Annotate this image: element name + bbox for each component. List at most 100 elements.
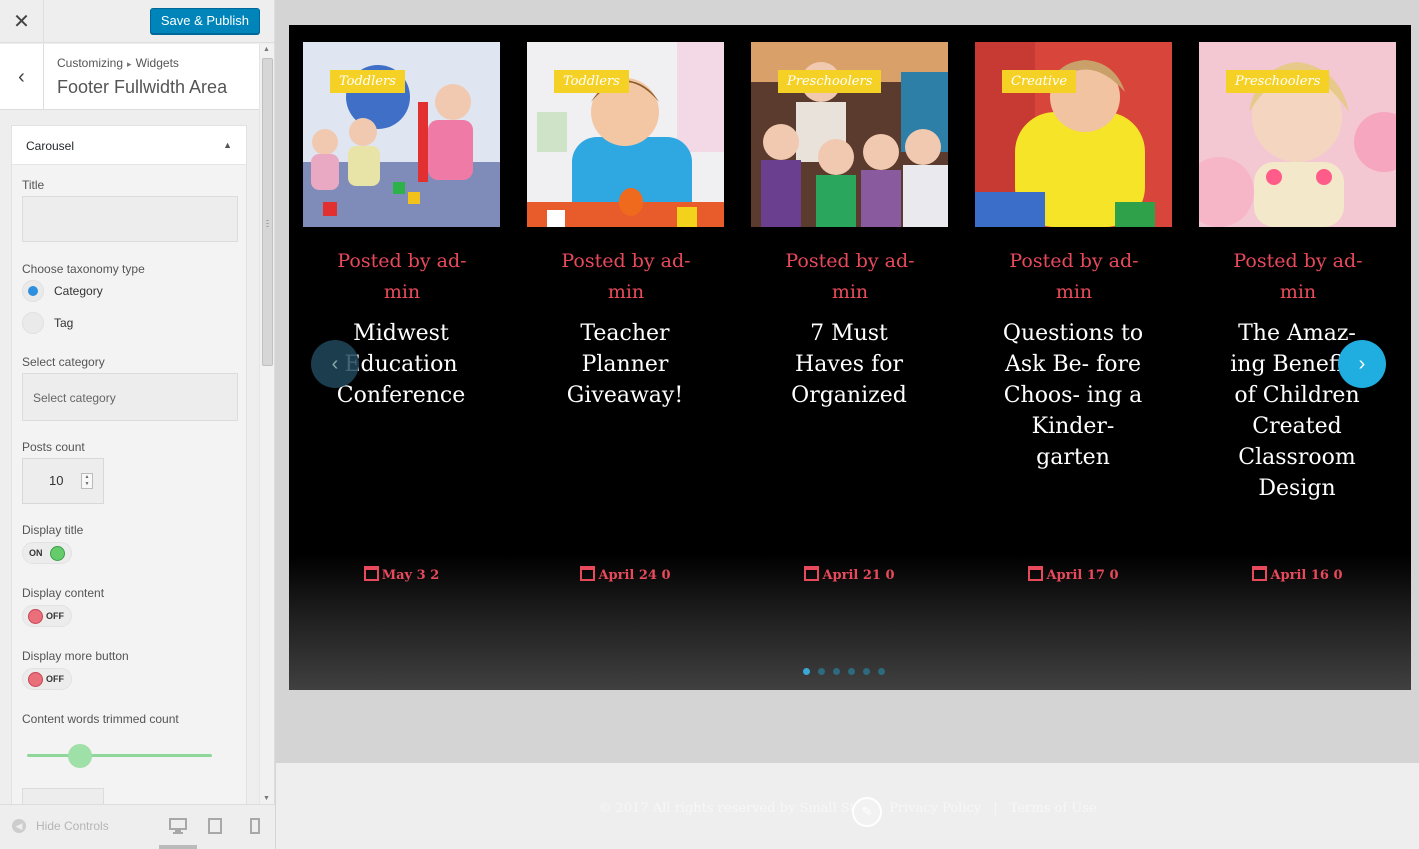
site-footer: © 2017 All rights reserved by Small St P… (276, 763, 1419, 849)
breadcrumb-separator-icon: ▸ (127, 59, 132, 69)
pagination-dot[interactable] (818, 668, 825, 675)
spinner-arrows-icon[interactable]: ▲ ▼ (81, 473, 93, 489)
post-date-text: April 24 0 (598, 568, 671, 583)
display-content-toggle[interactable]: OFF (22, 605, 72, 627)
calendar-icon (1028, 566, 1044, 581)
posted-by[interactable]: Posted by ad- min (1228, 246, 1368, 308)
copyright-text: © 2017 All rights reserved by Small St (598, 801, 856, 816)
breadcrumb-widgets: Widgets (135, 56, 179, 70)
display-title-toggle[interactable]: ON (22, 542, 72, 564)
trim-slider-handle[interactable] (68, 744, 92, 768)
title-input[interactable] (22, 196, 238, 242)
posted-by[interactable]: Posted by ad- min (332, 246, 472, 308)
posted-by[interactable]: Posted by ad- min (556, 246, 696, 308)
posts-count-label: Posts count (22, 440, 85, 454)
category-tag[interactable]: Creative (1002, 70, 1077, 93)
scroll-up-icon[interactable]: ▲ (263, 46, 270, 53)
section-header: ‹ Customizing ▸ Widgets Footer Fullwidth A… (0, 44, 259, 110)
carousel-card[interactable]: Creative Posted by ad- min Questions to … (975, 42, 1172, 473)
terms-link[interactable]: Terms of Use (1010, 801, 1097, 816)
privacy-link[interactable]: Privacy Policy (889, 801, 981, 816)
toggle-state: OFF (46, 611, 64, 621)
pagination-dot[interactable] (863, 668, 870, 675)
save-publish-button[interactable]: Save & Publish (149, 8, 260, 34)
footer-text: © 2017 All rights reserved by Small St P… (276, 801, 1419, 816)
close-icon[interactable]: ✕ (0, 0, 44, 43)
post-date: April 24 0 (527, 566, 724, 583)
mobile-icon[interactable] (250, 818, 260, 834)
category-tag[interactable]: Toddlers (330, 70, 405, 93)
category-tag[interactable]: Toddlers (554, 70, 629, 93)
toggle-knob (50, 546, 65, 561)
breadcrumb-customizing: Customizing (57, 56, 124, 70)
post-title[interactable]: Teacher Planner Giveaway! (550, 318, 700, 411)
collapse-arrow-icon[interactable]: ▲ (223, 140, 232, 150)
grip-icon: --- (266, 215, 269, 231)
category-select[interactable]: Select category (22, 373, 238, 421)
category-tag[interactable]: Preschoolers (778, 70, 882, 93)
radio-category-label: Category (54, 284, 103, 298)
radio-tag[interactable] (22, 312, 44, 334)
site-preview: Toddlers Posted by ad- min Midwest Educa… (276, 0, 1419, 849)
pagination-dot[interactable] (833, 668, 840, 675)
footer-separator: | (993, 801, 998, 816)
post-date-text: April 16 0 (1270, 568, 1343, 583)
sidebar-scrollbar[interactable]: ▲ --- ▼ (259, 44, 274, 804)
post-date: May 3 2 (303, 566, 500, 583)
display-content-label: Display content (22, 586, 105, 600)
trim-count-input[interactable] (22, 788, 104, 804)
trim-count-label: Content words trimmed count (22, 712, 179, 726)
radio-category[interactable] (22, 280, 44, 302)
calendar-icon (580, 566, 596, 581)
calendar-icon (363, 566, 379, 581)
post-thumbnail[interactable]: Toddlers (527, 42, 724, 227)
pagination-dot[interactable] (803, 668, 810, 675)
post-title[interactable]: 7 Must Haves for Organized (774, 318, 924, 411)
edit-pencil-icon[interactable]: ✎ (852, 797, 882, 827)
section-title: Footer Fullwidth Area (57, 77, 228, 97)
post-thumbnail[interactable]: Toddlers (303, 42, 500, 227)
posts-count-input[interactable]: 10 ▲ ▼ (22, 458, 104, 504)
carousel-pagination (803, 668, 885, 675)
pagination-dot[interactable] (878, 668, 885, 675)
active-device-indicator (159, 845, 197, 849)
post-date-text: May 3 2 (381, 568, 440, 583)
post-thumbnail[interactable]: Preschoolers (1199, 42, 1396, 227)
hide-controls-button[interactable]: ◀ Hide Controls (12, 819, 109, 833)
calendar-icon (1252, 566, 1268, 581)
display-more-toggle[interactable]: OFF (22, 668, 72, 690)
widget-title: Carousel (26, 139, 75, 153)
carousel-card[interactable]: Toddlers Posted by ad- min Teacher Plann… (527, 42, 724, 411)
toggle-knob (28, 609, 43, 624)
posted-by[interactable]: Posted by ad- min (1004, 246, 1144, 308)
posted-by[interactable]: Posted by ad- min (780, 246, 920, 308)
customizer-header: ✕ Save & Publish (0, 0, 274, 43)
post-title[interactable]: Questions to Ask Be- fore Choos- ing a K… (998, 318, 1148, 473)
customizer-footer: ◀ Hide Controls (0, 804, 275, 849)
collapse-circle-icon: ◀ (12, 819, 26, 833)
radio-tag-label: Tag (54, 316, 74, 330)
post-thumbnail[interactable]: Creative (975, 42, 1172, 227)
post-thumbnail[interactable]: Preschoolers (751, 42, 948, 227)
widget-header[interactable]: Carousel ▲ (12, 126, 246, 165)
display-title-label: Display title (22, 523, 84, 537)
scrollbar-thumb[interactable]: --- (262, 58, 273, 366)
scroll-down-icon[interactable]: ▼ (263, 795, 270, 802)
calendar-icon (804, 566, 820, 581)
category-tag[interactable]: Preschoolers (1226, 70, 1330, 93)
carousel-next-button[interactable]: › (1338, 340, 1386, 388)
display-more-label: Display more button (22, 649, 129, 663)
tablet-icon[interactable] (208, 818, 222, 834)
carousel-card[interactable]: Preschoolers Posted by ad- min 7 Must Ha… (751, 42, 948, 411)
toggle-state: OFF (46, 674, 64, 684)
carousel-prev-button[interactable]: ‹ (311, 340, 359, 388)
pagination-dot[interactable] (848, 668, 855, 675)
desktop-icon[interactable] (169, 818, 187, 834)
chevron-right-icon: › (1358, 352, 1366, 375)
back-arrow-icon[interactable]: ‹ (0, 44, 44, 110)
title-label: Title (22, 178, 45, 192)
taxonomy-label: Choose taxonomy type (22, 262, 145, 276)
trim-slider-track[interactable] (27, 754, 212, 757)
posts-carousel: Toddlers Posted by ad- min Midwest Educa… (289, 25, 1411, 690)
carousel-card[interactable]: Preschoolers Posted by ad- min The Amaz-… (1199, 42, 1396, 504)
